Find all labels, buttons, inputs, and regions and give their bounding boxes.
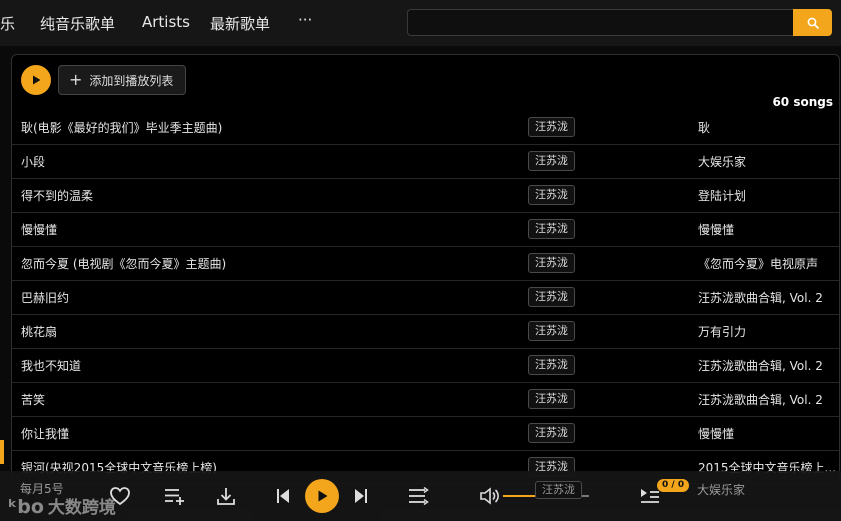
- artist-tag[interactable]: 汪苏泷: [528, 117, 575, 137]
- artist-tag[interactable]: 汪苏泷: [528, 287, 575, 307]
- album-name[interactable]: 万有引力: [698, 323, 746, 340]
- play-pause-button[interactable]: [305, 479, 339, 513]
- song-title[interactable]: 桃花扇: [21, 323, 57, 340]
- song-title[interactable]: 忽而今夏 (电视剧《忽而今夏》主题曲): [21, 255, 226, 272]
- song-row[interactable]: 苦笑 汪苏泷 汪苏泷歌曲合辑, Vol. 2: [12, 383, 839, 417]
- add-to-playlist-button[interactable]: + 添加到播放列表: [58, 65, 187, 95]
- artist-tag[interactable]: 汪苏泷: [528, 355, 575, 375]
- nav-item-music[interactable]: 乐: [0, 13, 15, 34]
- artist-tag[interactable]: 汪苏泷: [528, 185, 575, 205]
- artist-tag[interactable]: 汪苏泷: [528, 253, 575, 273]
- player-bar: 每月5号 汪苏泷 0 / 0 大娱乐家: [0, 471, 841, 521]
- play-icon: [33, 75, 41, 85]
- artist-tag[interactable]: 汪苏泷: [528, 219, 575, 239]
- song-title[interactable]: 巴赫旧约: [21, 289, 69, 306]
- nav-item-artists[interactable]: Artists: [142, 13, 190, 31]
- search-icon: [807, 17, 819, 29]
- next-button[interactable]: [351, 487, 371, 505]
- download-button[interactable]: [214, 485, 238, 507]
- current-song-album: 大娱乐家: [697, 483, 746, 497]
- song-row[interactable]: 忽而今夏 (电视剧《忽而今夏》主题曲) 汪苏泷 《忽而今夏》电视原声: [12, 247, 839, 281]
- nav-more-button[interactable]: ···: [298, 11, 312, 29]
- song-row[interactable]: 你让我懂 汪苏泷 慢慢懂: [12, 417, 839, 451]
- song-row[interactable]: 慢慢懂 汪苏泷 慢慢懂: [12, 213, 839, 247]
- song-row[interactable]: 耿(电影《最好的我们》毕业季主题曲) 汪苏泷 耿: [12, 111, 839, 145]
- artist-tag[interactable]: 汪苏泷: [528, 321, 575, 341]
- song-title[interactable]: 苦笑: [21, 391, 45, 408]
- album-name[interactable]: 《忽而今夏》电视原声: [698, 255, 818, 272]
- top-nav: 乐 纯音乐歌单 Artists 最新歌单 ···: [0, 0, 841, 46]
- artist-tag[interactable]: 汪苏泷: [528, 423, 575, 443]
- song-row[interactable]: 小段 汪苏泷 大娱乐家: [12, 145, 839, 179]
- song-title[interactable]: 耿(电影《最好的我们》毕业季主题曲): [21, 119, 222, 136]
- watermark: ᵏbo 大数跨境: [8, 493, 116, 518]
- volume-button[interactable]: [478, 486, 502, 506]
- album-name[interactable]: 登陆计划: [698, 187, 746, 204]
- song-row[interactable]: 桃花扇 汪苏泷 万有引力: [12, 315, 839, 349]
- album-name[interactable]: 汪苏泷歌曲合辑, Vol. 2: [698, 391, 823, 408]
- song-row[interactable]: 巴赫旧约 汪苏泷 汪苏泷歌曲合辑, Vol. 2: [12, 281, 839, 315]
- search-button[interactable]: [793, 9, 832, 36]
- download-icon: [217, 488, 235, 505]
- plus-icon: +: [69, 70, 83, 89]
- album-name[interactable]: 耿: [698, 119, 710, 136]
- skip-next-icon: [355, 489, 367, 503]
- add-to-queue-button[interactable]: [162, 485, 186, 507]
- play-all-button[interactable]: [21, 65, 51, 95]
- shuffle-icon: [409, 487, 429, 505]
- skip-previous-icon: [277, 489, 289, 503]
- add-to-playlist-label: 添加到播放列表: [89, 73, 174, 88]
- song-title[interactable]: 小段: [21, 153, 45, 170]
- left-accent-bar: [0, 440, 4, 464]
- album-name[interactable]: 大娱乐家: [698, 153, 746, 170]
- play-icon: [318, 490, 328, 502]
- watermark-logo: ᵏbo: [8, 496, 44, 518]
- previous-button[interactable]: [273, 487, 293, 505]
- volume-icon: [480, 487, 499, 505]
- repeat-mode-button[interactable]: [406, 486, 430, 506]
- album-name[interactable]: 慢慢懂: [698, 425, 734, 442]
- song-title[interactable]: 得不到的温柔: [21, 187, 93, 204]
- song-title[interactable]: 你让我懂: [21, 425, 69, 442]
- queue-count-badge: 0 / 0: [657, 479, 690, 492]
- artist-tag[interactable]: 汪苏泷: [528, 151, 575, 171]
- nav-item-pure-music-playlists[interactable]: 纯音乐歌单: [40, 13, 115, 34]
- nav-item-new-playlists[interactable]: 最新歌单: [210, 13, 270, 34]
- artist-tag[interactable]: 汪苏泷: [528, 389, 575, 409]
- album-name[interactable]: 慢慢懂: [698, 221, 734, 238]
- album-name[interactable]: 汪苏泷歌曲合辑, Vol. 2: [698, 289, 823, 306]
- playlist-add-icon: [165, 489, 184, 505]
- album-name[interactable]: 汪苏泷歌曲合辑, Vol. 2: [698, 357, 823, 374]
- search-input[interactable]: [407, 9, 793, 36]
- song-row[interactable]: 我也不知道 汪苏泷 汪苏泷歌曲合辑, Vol. 2: [12, 349, 839, 383]
- song-list: 耿(电影《最好的我们》毕业季主题曲) 汪苏泷 耿 小段 汪苏泷 大娱乐家 得不到…: [12, 111, 839, 483]
- song-title[interactable]: 慢慢懂: [21, 221, 57, 238]
- song-row[interactable]: 得不到的温柔 汪苏泷 登陆计划: [12, 179, 839, 213]
- current-song-artist[interactable]: 汪苏泷: [535, 481, 582, 499]
- song-count: 60 songs: [772, 95, 833, 109]
- song-title[interactable]: 我也不知道: [21, 357, 81, 374]
- watermark-text: 大数跨境: [47, 498, 116, 518]
- song-list-panel: + 添加到播放列表 60 songs 耿(电影《最好的我们》毕业季主题曲) 汪苏…: [11, 54, 840, 484]
